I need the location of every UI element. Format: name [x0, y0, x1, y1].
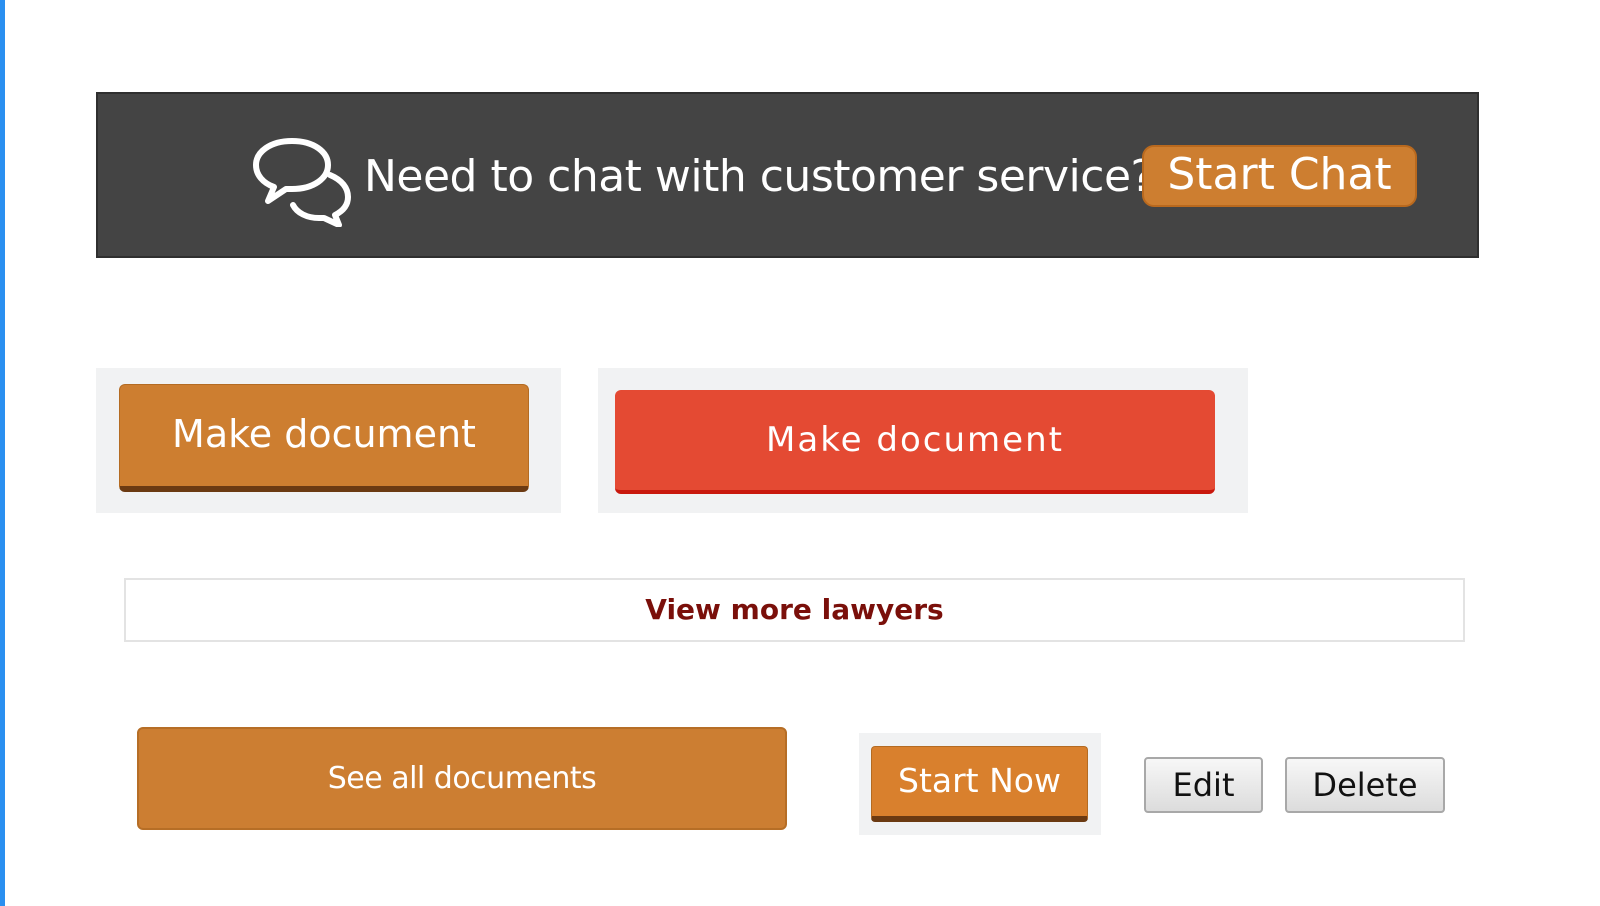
make-document-button-orange[interactable]: Make document	[119, 384, 529, 492]
chat-prompt-text: Need to chat with customer service?	[364, 151, 1154, 202]
delete-button[interactable]: Delete	[1285, 757, 1445, 813]
see-all-documents-button[interactable]: See all documents	[137, 727, 787, 830]
make-document-button-red[interactable]: Make document	[615, 390, 1215, 494]
page-edge	[0, 0, 5, 906]
view-more-lawyers-button[interactable]: View more lawyers	[124, 578, 1465, 642]
chat-bubbles-icon	[253, 138, 351, 227]
start-now-button[interactable]: Start Now	[871, 746, 1088, 822]
edit-button[interactable]: Edit	[1144, 757, 1263, 813]
start-chat-button[interactable]: Start Chat	[1142, 145, 1417, 207]
